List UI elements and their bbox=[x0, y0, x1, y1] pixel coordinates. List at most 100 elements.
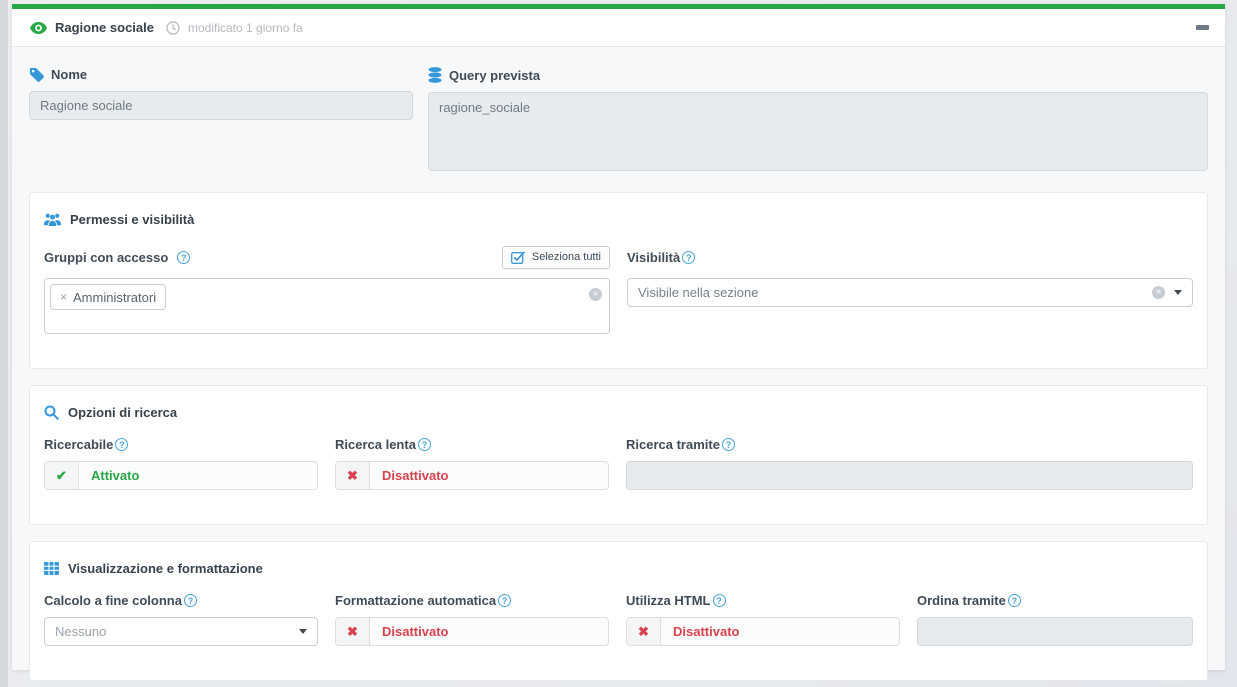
ordina-tramite-label-row: Ordina tramite ? bbox=[917, 593, 1193, 608]
name-column: Nome bbox=[29, 67, 413, 176]
visibility-clear-icon[interactable]: × bbox=[1152, 286, 1165, 299]
visibility-help-icon[interactable]: ? bbox=[682, 251, 695, 264]
tag-remove-icon[interactable]: × bbox=[60, 291, 67, 303]
search-icon bbox=[44, 405, 59, 420]
permissions-card: Permessi e visibilità Gruppi con accesso… bbox=[29, 192, 1208, 369]
panel-body: Nome Query prevista ragione_sociale bbox=[12, 47, 1225, 681]
visibility-column: Visibilità ? Visibile nella sezione × bbox=[627, 244, 1193, 334]
formattazione-state: Disattivato bbox=[370, 618, 608, 645]
groups-label-row: Gruppi con accesso ? bbox=[44, 250, 190, 265]
formattazione-label: Formattazione automatica bbox=[335, 593, 496, 608]
calcolo-label: Calcolo a fine colonna bbox=[44, 593, 182, 608]
query-label-row: Query prevista bbox=[428, 67, 1208, 83]
panel-header: Ragione sociale modificato 1 giorno fa bbox=[12, 9, 1225, 47]
name-query-row: Nome Query prevista ragione_sociale bbox=[29, 67, 1208, 176]
query-label: Query prevista bbox=[449, 68, 540, 83]
calcolo-help-icon[interactable]: ? bbox=[184, 594, 197, 607]
permissions-title-row: Permessi e visibilità bbox=[44, 212, 1193, 227]
ricercabile-help-icon[interactable]: ? bbox=[115, 438, 128, 451]
ricerca-lenta-help-icon[interactable]: ? bbox=[418, 438, 431, 451]
checkbox-checked-icon bbox=[511, 251, 525, 264]
page-left-edge bbox=[0, 0, 8, 687]
ricerca-tramite-label: Ricerca tramite bbox=[626, 437, 720, 452]
display-title-row: Visualizzazione e formattazione bbox=[44, 561, 1193, 576]
search-options-card: Opzioni di ricerca Ricercabile ? ✔ Attiv… bbox=[29, 385, 1208, 525]
name-label: Nome bbox=[51, 67, 87, 82]
cross-icon: ✖ bbox=[627, 618, 661, 645]
display-columns: Calcolo a fine colonna ? Nessuno Formatt… bbox=[44, 593, 1193, 646]
display-title: Visualizzazione e formattazione bbox=[68, 561, 263, 576]
calcolo-selected-value: Nessuno bbox=[55, 624, 290, 639]
permissions-columns: Gruppi con accesso ? Seleziona tutti bbox=[44, 244, 1193, 334]
ricerca-tramite-help-icon[interactable]: ? bbox=[722, 438, 735, 451]
ricercabile-label: Ricercabile bbox=[44, 437, 113, 452]
utilizza-html-toggle[interactable]: ✖ Disattivato bbox=[626, 617, 900, 646]
select-all-label: Seleziona tutti bbox=[532, 251, 601, 263]
group-tag-amministratori[interactable]: × Amministratori bbox=[50, 284, 166, 310]
ordina-tramite-label: Ordina tramite bbox=[917, 593, 1006, 608]
modified-timestamp: modificato 1 giorno fa bbox=[188, 21, 303, 35]
eye-icon bbox=[30, 22, 47, 34]
calcolo-label-row: Calcolo a fine colonna ? bbox=[44, 593, 318, 608]
ordina-tramite-input bbox=[917, 617, 1193, 646]
ordina-tramite-column: Ordina tramite ? bbox=[917, 593, 1193, 646]
query-textarea[interactable]: ragione_sociale bbox=[428, 92, 1208, 171]
ricercabile-column: Ricercabile ? ✔ Attivato bbox=[44, 437, 318, 490]
ordina-tramite-help-icon[interactable]: ? bbox=[1008, 594, 1021, 607]
cross-icon: ✖ bbox=[336, 462, 370, 489]
permissions-title: Permessi e visibilità bbox=[70, 212, 194, 227]
calcolo-column: Calcolo a fine colonna ? Nessuno bbox=[44, 593, 318, 646]
groups-column: Gruppi con accesso ? Seleziona tutti bbox=[44, 244, 610, 334]
name-input[interactable] bbox=[29, 91, 413, 120]
visibility-select[interactable]: Visibile nella sezione × bbox=[627, 278, 1193, 307]
utilizza-html-help-icon[interactable]: ? bbox=[713, 594, 726, 607]
ricercabile-toggle[interactable]: ✔ Attivato bbox=[44, 461, 318, 490]
groups-clear-icon[interactable]: × bbox=[589, 288, 602, 301]
chevron-down-icon bbox=[299, 629, 307, 634]
visibility-selected-value: Visibile nella sezione bbox=[638, 285, 1152, 300]
groups-header-row: Gruppi con accesso ? Seleziona tutti bbox=[44, 244, 610, 270]
search-columns: Ricercabile ? ✔ Attivato Ricerca lenta ?… bbox=[44, 437, 1193, 490]
ricercabile-state: Attivato bbox=[79, 462, 317, 489]
database-icon bbox=[428, 67, 442, 83]
groups-label: Gruppi con accesso bbox=[44, 250, 168, 265]
tag-label: Amministratori bbox=[73, 290, 156, 305]
groups-tag-input[interactable]: × Amministratori × bbox=[44, 278, 610, 334]
formattazione-label-row: Formattazione automatica ? bbox=[335, 593, 609, 608]
ricerca-lenta-label: Ricerca lenta bbox=[335, 437, 416, 452]
utilizza-html-state: Disattivato bbox=[661, 618, 899, 645]
ricerca-lenta-toggle[interactable]: ✖ Disattivato bbox=[335, 461, 609, 490]
formattazione-column: Formattazione automatica ? ✖ Disattivato bbox=[335, 593, 609, 646]
select-all-button[interactable]: Seleziona tutti bbox=[502, 246, 610, 269]
formattazione-help-icon[interactable]: ? bbox=[498, 594, 511, 607]
name-label-row: Nome bbox=[29, 67, 413, 82]
calcolo-select[interactable]: Nessuno bbox=[44, 617, 318, 646]
tag-icon bbox=[29, 67, 44, 82]
display-formatting-card: Visualizzazione e formattazione Calcolo … bbox=[29, 541, 1208, 681]
utilizza-html-column: Utilizza HTML ? ✖ Disattivato bbox=[626, 593, 900, 646]
search-title: Opzioni di ricerca bbox=[68, 405, 177, 420]
check-icon: ✔ bbox=[45, 462, 79, 489]
visibility-label-wrap: Visibilità ? bbox=[627, 250, 695, 265]
clock-icon bbox=[166, 21, 180, 35]
groups-help-icon[interactable]: ? bbox=[177, 251, 190, 264]
table-icon bbox=[44, 562, 59, 575]
chevron-down-icon bbox=[1174, 290, 1182, 295]
collapse-minus-icon[interactable] bbox=[1196, 25, 1209, 30]
ricerca-lenta-column: Ricerca lenta ? ✖ Disattivato bbox=[335, 437, 609, 490]
visibility-label-row: Visibilità ? bbox=[627, 244, 1193, 270]
ricercabile-label-row: Ricercabile ? bbox=[44, 437, 318, 452]
ricerca-lenta-state: Disattivato bbox=[370, 462, 608, 489]
search-title-row: Opzioni di ricerca bbox=[44, 405, 1193, 420]
ricerca-tramite-label-row: Ricerca tramite ? bbox=[626, 437, 1193, 452]
page-title: Ragione sociale bbox=[55, 20, 154, 35]
ricerca-tramite-column: Ricerca tramite ? bbox=[626, 437, 1193, 490]
field-settings-panel: Ragione sociale modificato 1 giorno fa bbox=[12, 4, 1225, 670]
formattazione-toggle[interactable]: ✖ Disattivato bbox=[335, 617, 609, 646]
visibility-label: Visibilità bbox=[627, 250, 680, 265]
utilizza-html-label-row: Utilizza HTML ? bbox=[626, 593, 900, 608]
cross-icon: ✖ bbox=[336, 618, 370, 645]
ricerca-lenta-label-row: Ricerca lenta ? bbox=[335, 437, 609, 452]
utilizza-html-label: Utilizza HTML bbox=[626, 593, 711, 608]
query-column: Query prevista ragione_sociale bbox=[428, 67, 1208, 176]
